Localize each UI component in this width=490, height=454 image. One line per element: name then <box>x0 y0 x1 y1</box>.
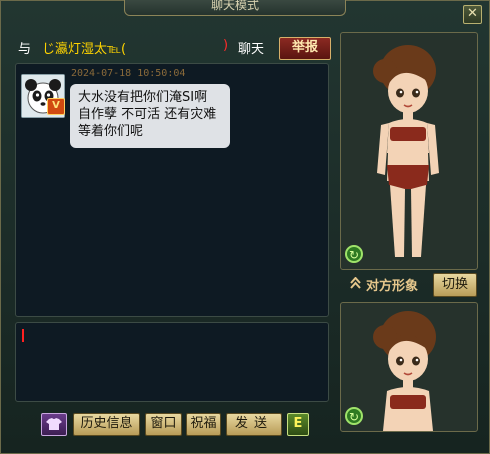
emote-button[interactable]: E <box>287 413 309 436</box>
send-button[interactable]: 发送 <box>226 413 282 436</box>
refresh-icon[interactable]: ↻ <box>345 245 363 263</box>
wardrobe-icon[interactable] <box>41 413 67 436</box>
shirt-icon <box>46 418 62 430</box>
other-character-preview: ↻ <box>340 302 478 432</box>
character-preview: ↻ <box>340 32 478 270</box>
switch-button[interactable]: 切换 <box>433 273 477 297</box>
report-button[interactable]: 举报 <box>279 37 331 60</box>
other-appearance-label: 对方形象 <box>366 279 419 294</box>
player-name[interactable]: じ瀛灯湿太℡( <box>42 38 126 57</box>
bless-button[interactable]: 祝福 <box>186 413 221 436</box>
header-chat-label: 聊天 <box>238 42 265 57</box>
window-button[interactable]: 窗口 <box>145 413 182 436</box>
message-bubble: 大水没有把你们淹SI啊 自作孽 不可活 还有灾难等着你们呢 <box>70 84 230 148</box>
header-paren-close: ) <box>223 38 229 53</box>
character-figure <box>373 45 439 257</box>
history-button[interactable]: 历史信息 <box>73 413 140 436</box>
window-title: 聊天模式 <box>124 0 346 16</box>
message-timestamp: 2024-07-18 10:50:04 <box>71 68 186 79</box>
close-icon[interactable]: ✕ <box>463 5 482 24</box>
message-input[interactable] <box>15 322 329 402</box>
text-cursor <box>22 329 24 342</box>
refresh-icon[interactable]: ↻ <box>345 407 363 425</box>
chevron-up-icon <box>350 277 361 289</box>
vip-badge: V <box>47 98 65 115</box>
header-with-label: 与 <box>18 42 32 57</box>
